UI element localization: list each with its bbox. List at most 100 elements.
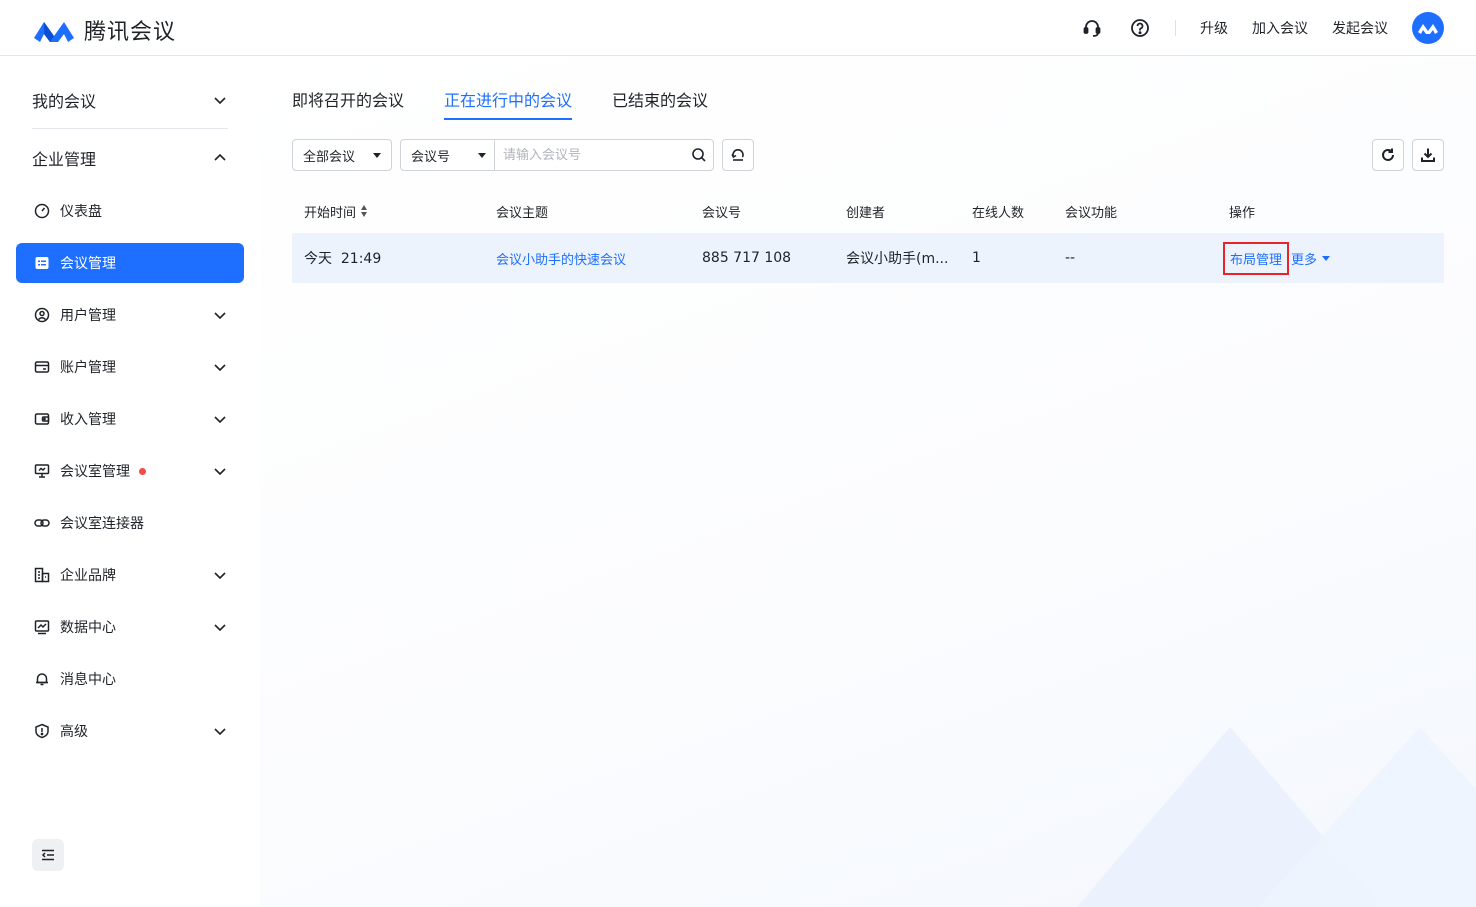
chevron-down-icon bbox=[214, 416, 226, 424]
sidebar-item-meeting-management[interactable]: 会议管理 bbox=[16, 243, 244, 283]
tab-ended[interactable]: 已结束的会议 bbox=[612, 87, 708, 119]
wallet-icon bbox=[34, 359, 50, 375]
meeting-topic-link[interactable]: 会议小助手的快速会议 bbox=[496, 253, 626, 268]
sidebar-item-label: 收入管理 bbox=[60, 412, 116, 428]
dashboard-icon bbox=[34, 203, 50, 219]
collapse-sidebar-button[interactable] bbox=[32, 839, 64, 871]
tab-upcoming[interactable]: 即将召开的会议 bbox=[292, 87, 404, 119]
headset-support-icon[interactable] bbox=[1081, 17, 1103, 39]
column-header-actions: 操作 bbox=[1229, 205, 1256, 221]
cell-creator: 会议小助手(m... bbox=[846, 251, 949, 267]
sidebar: 我的会议 企业管理 仪表盘 会议管理 用户管理 账户管理 收入管理 会议室管理 … bbox=[0, 57, 260, 907]
caret-down-icon bbox=[478, 152, 486, 158]
sidebar-item-dashboard[interactable]: 仪表盘 bbox=[16, 191, 244, 231]
search-type-value: 会议号 bbox=[411, 149, 451, 165]
sidebar-item-account-management[interactable]: 账户管理 bbox=[16, 347, 244, 387]
collapse-menu-icon bbox=[41, 849, 54, 861]
column-header-features: 会议功能 bbox=[1065, 205, 1118, 221]
sidebar-group-my-meetings[interactable]: 我的会议 bbox=[32, 80, 228, 120]
chevron-up-icon bbox=[214, 153, 226, 161]
sidebar-item-label: 账户管理 bbox=[60, 360, 116, 376]
export-button[interactable] bbox=[1412, 139, 1444, 171]
refresh-icon bbox=[1382, 148, 1394, 161]
caret-down-icon bbox=[1322, 255, 1331, 261]
chevron-down-icon bbox=[214, 312, 226, 320]
sidebar-item-message-center[interactable]: 消息中心 bbox=[16, 659, 244, 699]
sidebar-item-label: 会议室管理 bbox=[60, 464, 130, 480]
main-content: 即将召开的会议 正在进行中的会议 已结束的会议 全部会议 会议号 请输入会议号 … bbox=[260, 57, 1476, 907]
more-actions-button[interactable]: 更多 bbox=[1291, 249, 1331, 268]
building-icon bbox=[34, 567, 50, 583]
column-header-meeting-id: 会议号 bbox=[702, 205, 742, 221]
sidebar-item-room-connector[interactable]: 会议室连接器 bbox=[16, 503, 244, 543]
reset-button[interactable] bbox=[722, 139, 754, 171]
sidebar-item-label: 消息中心 bbox=[60, 672, 116, 688]
table-header: 开始时间 会议主题 会议号 创建者 在线人数 会议功能 操作 bbox=[292, 189, 1444, 233]
column-header-topic: 会议主题 bbox=[496, 205, 549, 221]
app-title: 腾讯会议 bbox=[84, 20, 177, 45]
sidebar-item-label: 会议管理 bbox=[60, 256, 116, 272]
column-header-online: 在线人数 bbox=[972, 205, 1025, 221]
layout-management-button[interactable]: 布局管理 bbox=[1223, 241, 1290, 275]
sidebar-item-label: 企业品牌 bbox=[60, 568, 116, 584]
income-icon bbox=[34, 411, 50, 427]
top-header: 腾讯会议 升级 加入会议 发起会议 bbox=[0, 0, 1476, 56]
help-icon[interactable] bbox=[1129, 17, 1151, 39]
table-row: 今天 21:49 会议小助手的快速会议 885 717 108 会议小助手(m.… bbox=[292, 233, 1444, 283]
column-header-creator: 创建者 bbox=[846, 205, 886, 221]
refresh-button[interactable] bbox=[1372, 139, 1404, 171]
chevron-down-icon bbox=[214, 728, 226, 736]
sidebar-item-user-management[interactable]: 用户管理 bbox=[16, 295, 244, 335]
avatar[interactable] bbox=[1412, 12, 1444, 44]
caret-down-icon bbox=[373, 152, 381, 158]
sidebar-item-room-management[interactable]: 会议室管理 bbox=[16, 451, 244, 491]
cell-online-count: 1 bbox=[972, 250, 981, 266]
start-meeting-link[interactable]: 发起会议 bbox=[1332, 18, 1388, 38]
header-divider bbox=[1175, 20, 1176, 36]
chevron-down-icon bbox=[214, 468, 226, 476]
sidebar-item-label: 仪表盘 bbox=[60, 204, 102, 220]
tencent-meeting-logo-icon bbox=[34, 22, 74, 42]
notification-dot bbox=[139, 467, 146, 475]
cell-meeting-id: 885 717 108 bbox=[702, 250, 792, 266]
meeting-scope-select[interactable]: 全部会议 bbox=[292, 139, 392, 171]
link-icon bbox=[34, 515, 50, 531]
reset-icon bbox=[731, 149, 744, 161]
cell-actions: 布局管理 更多 bbox=[1217, 241, 1444, 275]
sidebar-item-label: 高级 bbox=[60, 724, 88, 740]
app-logo[interactable]: 腾讯会议 bbox=[32, 14, 176, 46]
sidebar-item-label: 数据中心 bbox=[60, 620, 116, 636]
sort-icon[interactable] bbox=[361, 205, 368, 217]
search-icon[interactable] bbox=[685, 140, 713, 170]
chevron-down-icon bbox=[214, 364, 226, 372]
meetings-table: 开始时间 会议主题 会议号 创建者 在线人数 会议功能 操作 今天 21:49 … bbox=[292, 189, 1444, 283]
meeting-tabs: 即将召开的会议 正在进行中的会议 已结束的会议 bbox=[292, 87, 748, 120]
column-header-label: 开始时间 bbox=[304, 205, 357, 221]
meeting-scope-value: 全部会议 bbox=[303, 149, 356, 165]
meeting-id-search-input[interactable] bbox=[495, 140, 685, 170]
header-actions: 升级 加入会议 发起会议 bbox=[1055, 0, 1444, 56]
join-meeting-link[interactable]: 加入会议 bbox=[1252, 18, 1308, 38]
sidebar-group-enterprise[interactable]: 企业管理 bbox=[32, 138, 228, 178]
sidebar-item-enterprise-brand[interactable]: 企业品牌 bbox=[16, 555, 244, 595]
chart-icon bbox=[34, 619, 50, 635]
chevron-down-icon bbox=[214, 624, 226, 632]
sidebar-item-income-management[interactable]: 收入管理 bbox=[16, 399, 244, 439]
upgrade-link[interactable]: 升级 bbox=[1200, 18, 1228, 38]
column-header-start-time[interactable]: 开始时间 bbox=[292, 202, 484, 221]
search-type-select[interactable]: 会议号 bbox=[401, 140, 495, 170]
meeting-list-icon bbox=[34, 255, 50, 271]
meeting-search-combo: 会议号 bbox=[400, 139, 714, 171]
table-actions bbox=[1372, 139, 1444, 171]
more-label: 更多 bbox=[1291, 252, 1318, 268]
sidebar-item-data-center[interactable]: 数据中心 bbox=[16, 607, 244, 647]
sidebar-item-label: 会议室连接器 bbox=[60, 516, 144, 532]
tab-ongoing[interactable]: 正在进行中的会议 bbox=[444, 87, 573, 120]
filter-bar: 全部会议 会议号 bbox=[292, 139, 754, 171]
chevron-down-icon bbox=[214, 97, 226, 105]
room-icon bbox=[34, 463, 50, 479]
shield-icon bbox=[34, 723, 50, 739]
user-icon bbox=[34, 307, 50, 323]
background-decoration bbox=[1240, 727, 1476, 907]
sidebar-item-advanced[interactable]: 高级 bbox=[16, 711, 244, 751]
